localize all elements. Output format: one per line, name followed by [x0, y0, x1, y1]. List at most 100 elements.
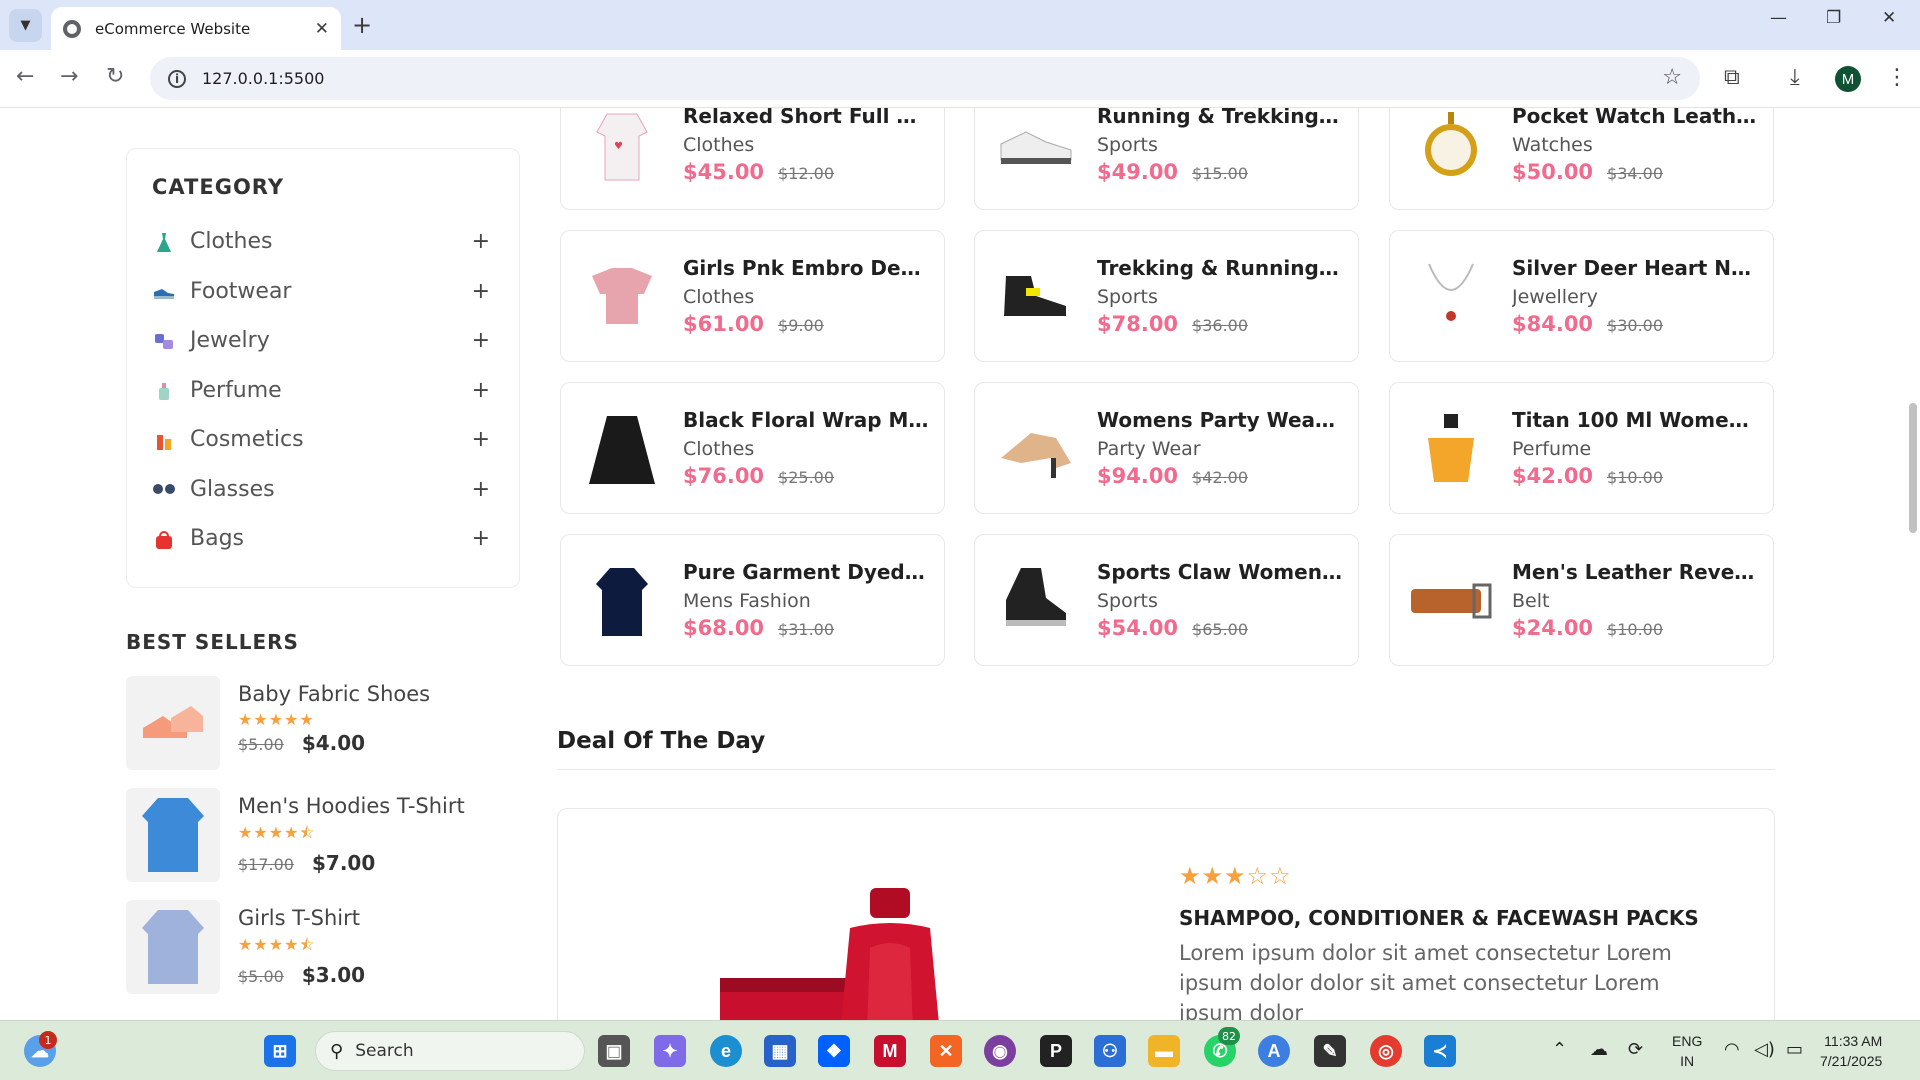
- minimize-button[interactable]: —: [1770, 8, 1787, 28]
- best-seller-item[interactable]: Baby Fabric Shoes ★★★★★ $5.00 $4.00: [126, 676, 520, 771]
- pen-icon[interactable]: ✎: [1314, 1035, 1346, 1067]
- plus-icon[interactable]: +: [472, 229, 490, 254]
- task-view-icon[interactable]: ▣: [598, 1035, 630, 1067]
- sneaker-icon[interactable]: [975, 108, 1097, 209]
- product-title[interactable]: Womens Party Wear S...: [1097, 408, 1344, 432]
- boot-icon[interactable]: [975, 231, 1097, 361]
- basketball-shoe-icon[interactable]: [975, 535, 1097, 665]
- best-seller-thumbnail[interactable]: [126, 788, 220, 882]
- menu-kebab-icon[interactable]: ⋮: [1886, 65, 1908, 90]
- perfume-bottle-icon[interactable]: [1390, 383, 1512, 513]
- skirt-icon[interactable]: [561, 383, 683, 513]
- product-category[interactable]: Clothes: [683, 134, 930, 156]
- chevron-up-icon[interactable]: ⌃: [1552, 1039, 1567, 1060]
- plus-icon[interactable]: +: [472, 378, 490, 403]
- sync-icon[interactable]: ⟳: [1628, 1039, 1643, 1060]
- restore-button[interactable]: ❐: [1826, 8, 1841, 28]
- shirt-icon[interactable]: [561, 535, 683, 665]
- language-indicator[interactable]: ENG IN: [1672, 1031, 1702, 1071]
- best-seller-name[interactable]: Girls T-Shirt: [238, 906, 365, 930]
- product-title[interactable]: Sports Claw Women's ...: [1097, 560, 1344, 584]
- app-p-icon[interactable]: P: [1040, 1035, 1072, 1067]
- bookmark-star-icon[interactable]: ☆: [1662, 65, 1682, 90]
- mcafee-icon[interactable]: M: [874, 1035, 906, 1067]
- product-title[interactable]: Girls Pnk Embro Desig...: [683, 256, 930, 280]
- product-card[interactable]: Men's Leather Reversi... Belt $24.00 $10.00: [1389, 534, 1774, 666]
- download-icon[interactable]: ⤓: [1790, 65, 1800, 90]
- product-card[interactable]: Pure Garment Dyed C... Mens Fashion $68.00…: [560, 534, 945, 666]
- product-title[interactable]: Pocket Watch Leather ...: [1512, 108, 1759, 128]
- product-card[interactable]: Running & Trekking Sh... Sports $49.00 $15.…: [974, 108, 1359, 210]
- onedrive-icon[interactable]: ☁: [1590, 1039, 1608, 1060]
- product-category[interactable]: Mens Fashion: [683, 590, 930, 612]
- reload-button[interactable]: ↻: [106, 64, 124, 89]
- wifi-icon[interactable]: ◠: [1724, 1039, 1740, 1060]
- people-icon[interactable]: ⚇: [1094, 1035, 1126, 1067]
- extensions-icon[interactable]: ⧉: [1724, 65, 1740, 90]
- category-item-perfume[interactable]: Perfume +: [152, 366, 494, 416]
- plus-icon[interactable]: +: [472, 328, 490, 353]
- pocket-watch-icon[interactable]: [1390, 108, 1512, 209]
- product-card[interactable]: Girls Pnk Embro Desig... Clothes $61.00 $9.…: [560, 230, 945, 362]
- close-window-button[interactable]: ✕: [1882, 8, 1896, 28]
- taskbar-search-box[interactable]: ⚲ Search: [315, 1031, 585, 1071]
- product-card[interactable]: Black Floral Wrap Midi... Clothes $76.00 $2…: [560, 382, 945, 514]
- product-card[interactable]: Pocket Watch Leather ... Watches $50.00 $34…: [1389, 108, 1774, 210]
- product-title[interactable]: Pure Garment Dyed C...: [683, 560, 930, 584]
- necklace-icon[interactable]: [1390, 231, 1512, 361]
- chrome-icon[interactable]: ◎: [1370, 1035, 1402, 1067]
- category-item-jewelry[interactable]: Jewelry +: [152, 316, 494, 366]
- dropbox-icon[interactable]: ❖: [818, 1035, 850, 1067]
- best-seller-item[interactable]: Men's Hoodies T-Shirt ★★★★⯪ $17.00 $7.00: [126, 788, 520, 883]
- product-title[interactable]: Silver Deer Heart Neck...: [1512, 256, 1759, 280]
- forward-button[interactable]: →: [60, 64, 78, 89]
- product-category[interactable]: Sports: [1097, 286, 1344, 308]
- category-item-footwear[interactable]: Footwear +: [152, 267, 494, 317]
- copilot-icon[interactable]: ✦: [654, 1035, 686, 1067]
- tab-search-button[interactable]: ▼: [9, 9, 42, 42]
- product-title[interactable]: Relaxed Short Full Slee...: [683, 108, 930, 128]
- browser-tab[interactable]: eCommerce Website ✕: [51, 7, 341, 50]
- translate-icon[interactable]: A: [1258, 1035, 1290, 1067]
- belt-icon[interactable]: [1390, 535, 1512, 665]
- tab-close-icon[interactable]: ✕: [315, 19, 329, 39]
- best-seller-name[interactable]: Men's Hoodies T-Shirt: [238, 794, 465, 818]
- product-category[interactable]: Clothes: [683, 438, 930, 460]
- battery-icon[interactable]: ▭: [1786, 1039, 1803, 1060]
- file-explorer-icon[interactable]: ▬: [1148, 1035, 1180, 1067]
- profile-avatar[interactable]: M: [1835, 66, 1861, 92]
- plus-icon[interactable]: +: [472, 427, 490, 452]
- product-category[interactable]: Belt: [1512, 590, 1759, 612]
- best-seller-name[interactable]: Baby Fabric Shoes: [238, 682, 430, 706]
- edge-icon[interactable]: e: [710, 1035, 742, 1067]
- product-card[interactable]: Silver Deer Heart Neck... Jewellery $84.00…: [1389, 230, 1774, 362]
- product-card[interactable]: Womens Party Wear S... Party Wear $94.00 $4…: [974, 382, 1359, 514]
- product-card[interactable]: Trekking & Running Sh... Sports $78.00 $36.…: [974, 230, 1359, 362]
- system-clock[interactable]: 11:33 AM 7/21/2025: [1820, 1031, 1882, 1071]
- xampp-icon[interactable]: ✕: [930, 1035, 962, 1067]
- page-scrollbar-thumb[interactable]: [1909, 403, 1917, 533]
- plus-icon[interactable]: +: [472, 477, 490, 502]
- product-title[interactable]: Trekking & Running Sh...: [1097, 256, 1344, 280]
- category-item-clothes[interactable]: Clothes +: [152, 217, 494, 267]
- best-seller-thumbnail[interactable]: [126, 900, 220, 994]
- product-category[interactable]: Sports: [1097, 590, 1344, 612]
- github-icon[interactable]: ◉: [984, 1035, 1016, 1067]
- store-icon[interactable]: ▦: [764, 1035, 796, 1067]
- top-icon[interactable]: [561, 231, 683, 361]
- new-tab-button[interactable]: +: [352, 11, 372, 39]
- product-category[interactable]: Party Wear: [1097, 438, 1344, 460]
- product-card[interactable]: Sports Claw Women's ... Sports $54.00 $65.0…: [974, 534, 1359, 666]
- vscode-icon[interactable]: ≺: [1424, 1035, 1456, 1067]
- site-info-icon[interactable]: i: [168, 69, 186, 88]
- best-seller-item[interactable]: Girls T-Shirt ★★★★⯪ $5.00 $3.00: [126, 900, 520, 995]
- heel-icon[interactable]: [975, 383, 1097, 513]
- product-category[interactable]: Watches: [1512, 134, 1759, 156]
- plus-icon[interactable]: +: [472, 526, 490, 551]
- start-button[interactable]: ⊞: [264, 1035, 296, 1067]
- product-category[interactable]: Jewellery: [1512, 286, 1759, 308]
- plus-icon[interactable]: +: [472, 279, 490, 304]
- back-button[interactable]: ←: [16, 64, 34, 89]
- product-title[interactable]: Running & Trekking Sh...: [1097, 108, 1344, 128]
- category-item-bags[interactable]: Bags +: [152, 514, 494, 564]
